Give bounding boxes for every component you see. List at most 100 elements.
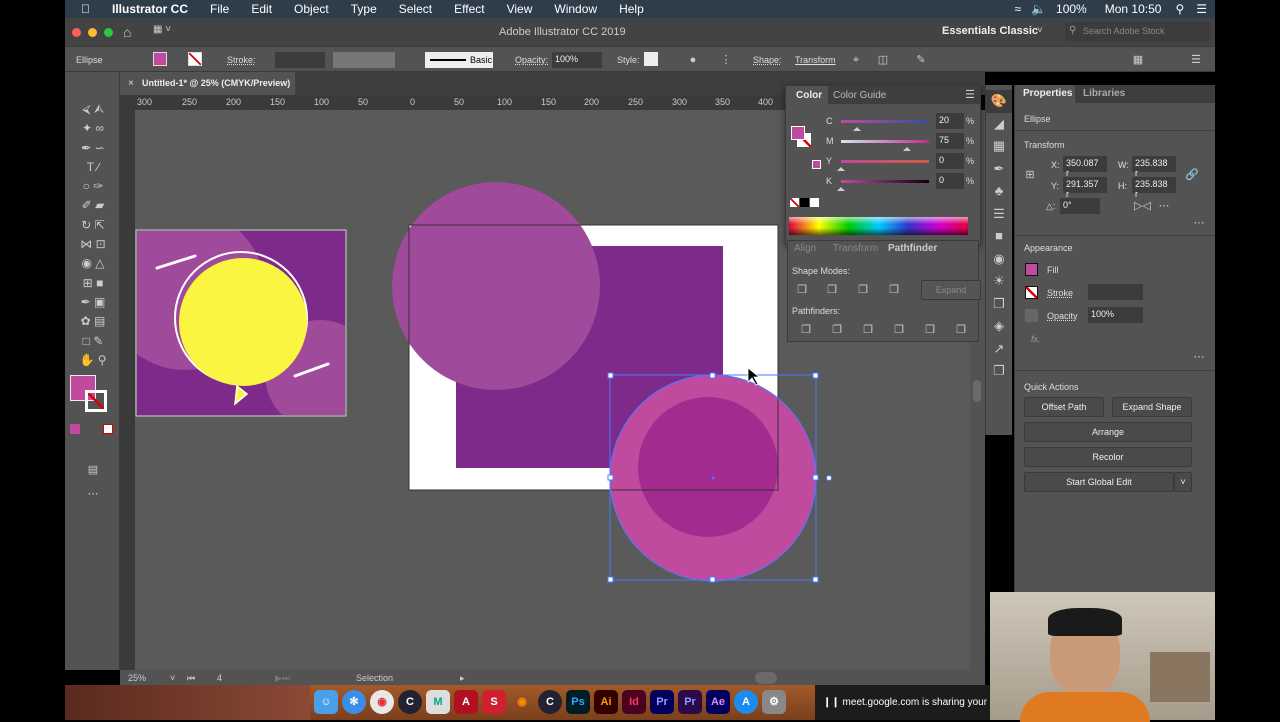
status-tool-label[interactable]: Selection [356, 673, 393, 683]
outline-icon[interactable]: ❐ [924, 324, 936, 336]
inner-circle[interactable] [638, 397, 778, 537]
close-window-button[interactable] [72, 28, 81, 37]
workspace-layout-icon[interactable]: ▦ ˅ [153, 24, 171, 35]
swatches-icon[interactable]: ▦ [986, 135, 1012, 158]
black-swatch[interactable] [800, 198, 809, 207]
magic-wand-tool-icon[interactable]: ✦ [82, 121, 92, 135]
horizontal-ruler[interactable]: 300 250 200 150 100 50 0 50 100 150 200 … [120, 95, 785, 110]
stroke-swatch[interactable] [188, 52, 202, 66]
perspective-grid-tool-icon[interactable]: △ [95, 256, 104, 270]
appearance-icon[interactable]: ☀ [986, 270, 1012, 293]
shape-builder-tool-icon[interactable]: ◉ [81, 256, 91, 270]
zoom-window-button[interactable] [104, 28, 113, 37]
symbol-sprayer-tool-icon[interactable]: ✿ [81, 314, 91, 328]
arrange-documents-icon[interactable]: ▦ [1132, 54, 1144, 66]
trim-icon[interactable]: ❐ [831, 324, 843, 336]
menu-type[interactable]: Type [351, 2, 377, 16]
pen-tool-icon[interactable]: ✒ [81, 141, 91, 155]
panel-menu-icon[interactable]: ☰ [1190, 54, 1202, 66]
shaper-tool-icon[interactable]: ✐ [82, 198, 92, 212]
opacity-label[interactable]: Opacity: [515, 55, 548, 65]
screen-mode-icon[interactable]: ▤ [87, 464, 99, 476]
wifi-icon[interactable]: ≈ [1014, 2, 1021, 16]
minus-front-icon[interactable]: ❐ [826, 284, 838, 296]
white-swatch[interactable] [810, 198, 819, 207]
brush-definition-dropdown[interactable]: Basic [425, 52, 493, 68]
direct-selection-tool-icon[interactable]: ⮙ [94, 102, 104, 116]
lasso-tool-icon[interactable]: ∞ [95, 121, 104, 135]
transform-link[interactable]: Transform [795, 55, 836, 65]
menu-help[interactable]: Help [619, 2, 644, 16]
battery-text[interactable]: 100% [1056, 2, 1087, 16]
slider-handle[interactable] [853, 123, 861, 131]
first-artboard-icon[interactable]: ⏮ [187, 673, 195, 684]
unite-icon[interactable]: ❐ [796, 284, 808, 296]
expand-shape-button[interactable]: Expand Shape [1112, 397, 1192, 417]
graphic-style-swatch[interactable] [644, 52, 658, 66]
dock-blender[interactable]: ◉ [510, 690, 534, 714]
paintbrush-tool-icon[interactable]: ✑ [93, 179, 103, 193]
transparency-icon[interactable]: ◉ [986, 248, 1012, 271]
align-icon[interactable]: ⋮ [720, 54, 732, 66]
gradient-tool-icon[interactable]: ■ [96, 276, 103, 290]
fill-swatch[interactable] [791, 126, 805, 140]
select-similar-icon[interactable]: ◫ [877, 54, 889, 66]
workspace-switcher[interactable]: Essentials Classic [942, 25, 1038, 37]
color-panel-icon[interactable]: 🎨 [986, 90, 1012, 113]
constrain-proportions-icon[interactable]: 🔗 [1185, 169, 1199, 181]
slider-handle[interactable] [903, 143, 911, 151]
dock-after-effects[interactable]: Ae [706, 690, 730, 714]
stroke-icon[interactable]: ☰ [986, 203, 1012, 226]
graph-tool-icon[interactable]: ▤ [94, 314, 105, 328]
stroke-swatch[interactable] [1025, 286, 1038, 299]
menu-app[interactable]: Illustrator CC [112, 2, 188, 16]
rotate-tool-icon[interactable]: ↻ [81, 218, 91, 232]
brushes-icon[interactable]: ✒ [986, 158, 1012, 181]
dock-cinema4d-2[interactable]: C [538, 690, 562, 714]
variable-width-dropdown[interactable] [333, 52, 395, 68]
width-tool-icon[interactable]: ⋈ [80, 237, 92, 251]
y-slider[interactable] [841, 160, 929, 163]
flip-vertical-icon[interactable]: ⋯ [1158, 200, 1170, 212]
m-value-field[interactable]: 75 [936, 133, 964, 149]
merge-icon[interactable]: ❐ [862, 324, 874, 336]
recolor-button[interactable]: Recolor [1024, 447, 1192, 467]
dock-indesign[interactable]: Id [622, 690, 646, 714]
dock-premiere[interactable]: Pr [650, 690, 674, 714]
mesh-tool-icon[interactable]: ⊞ [83, 276, 93, 290]
c-value-field[interactable]: 20 [936, 113, 964, 129]
stroke-weight-field[interactable] [275, 52, 325, 68]
menu-object[interactable]: Object [294, 2, 329, 16]
intersect-icon[interactable]: ❐ [857, 284, 869, 296]
m-slider[interactable] [841, 140, 929, 143]
tab-libraries[interactable]: Libraries [1083, 88, 1125, 99]
none-swatch[interactable] [790, 198, 799, 207]
k-value-field[interactable]: 0 [936, 173, 964, 189]
fill-swatch[interactable] [153, 52, 167, 66]
vertical-ruler[interactable] [120, 110, 135, 670]
dock-maya[interactable]: M [426, 690, 450, 714]
tab-align[interactable]: Align [794, 243, 816, 254]
ellipse-tool-icon[interactable]: ○ [83, 179, 90, 193]
flip-horizontal-icon[interactable]: ▷◁ [1134, 200, 1151, 212]
next-artboard-icon[interactable]: ▶⏭ [275, 673, 290, 684]
opacity-label[interactable]: Opacity [1047, 311, 1078, 321]
dock-finder[interactable]: ☺ [314, 690, 338, 714]
curvature-tool-icon[interactable]: ∽ [95, 141, 105, 155]
minus-back-icon[interactable]: ❐ [955, 324, 967, 336]
dock-system-preferences[interactable]: ⚙ [762, 690, 786, 714]
tab-color-guide[interactable]: Color Guide [833, 90, 886, 101]
start-global-edit-button[interactable]: Start Global Edit [1024, 472, 1174, 492]
reference-point-icon[interactable]: ⊞ [1024, 169, 1036, 181]
expand-button[interactable]: Expand [921, 280, 981, 300]
eraser-tool-icon[interactable]: ▰ [95, 198, 104, 212]
divide-icon[interactable]: ❐ [800, 324, 812, 336]
width-field[interactable]: 235.838 r [1132, 156, 1176, 178]
edit-toolbar-icon[interactable]: ✎ [915, 54, 927, 66]
global-edit-options-dropdown[interactable]: ˅ [1174, 472, 1192, 492]
height-field[interactable]: 235.838 r [1132, 177, 1176, 199]
tab-pathfinder[interactable]: Pathfinder [888, 243, 937, 254]
dock-photoshop[interactable]: Ps [566, 690, 590, 714]
dock-premiere-rush[interactable]: Pr [678, 690, 702, 714]
menu-file[interactable]: File [210, 2, 229, 16]
